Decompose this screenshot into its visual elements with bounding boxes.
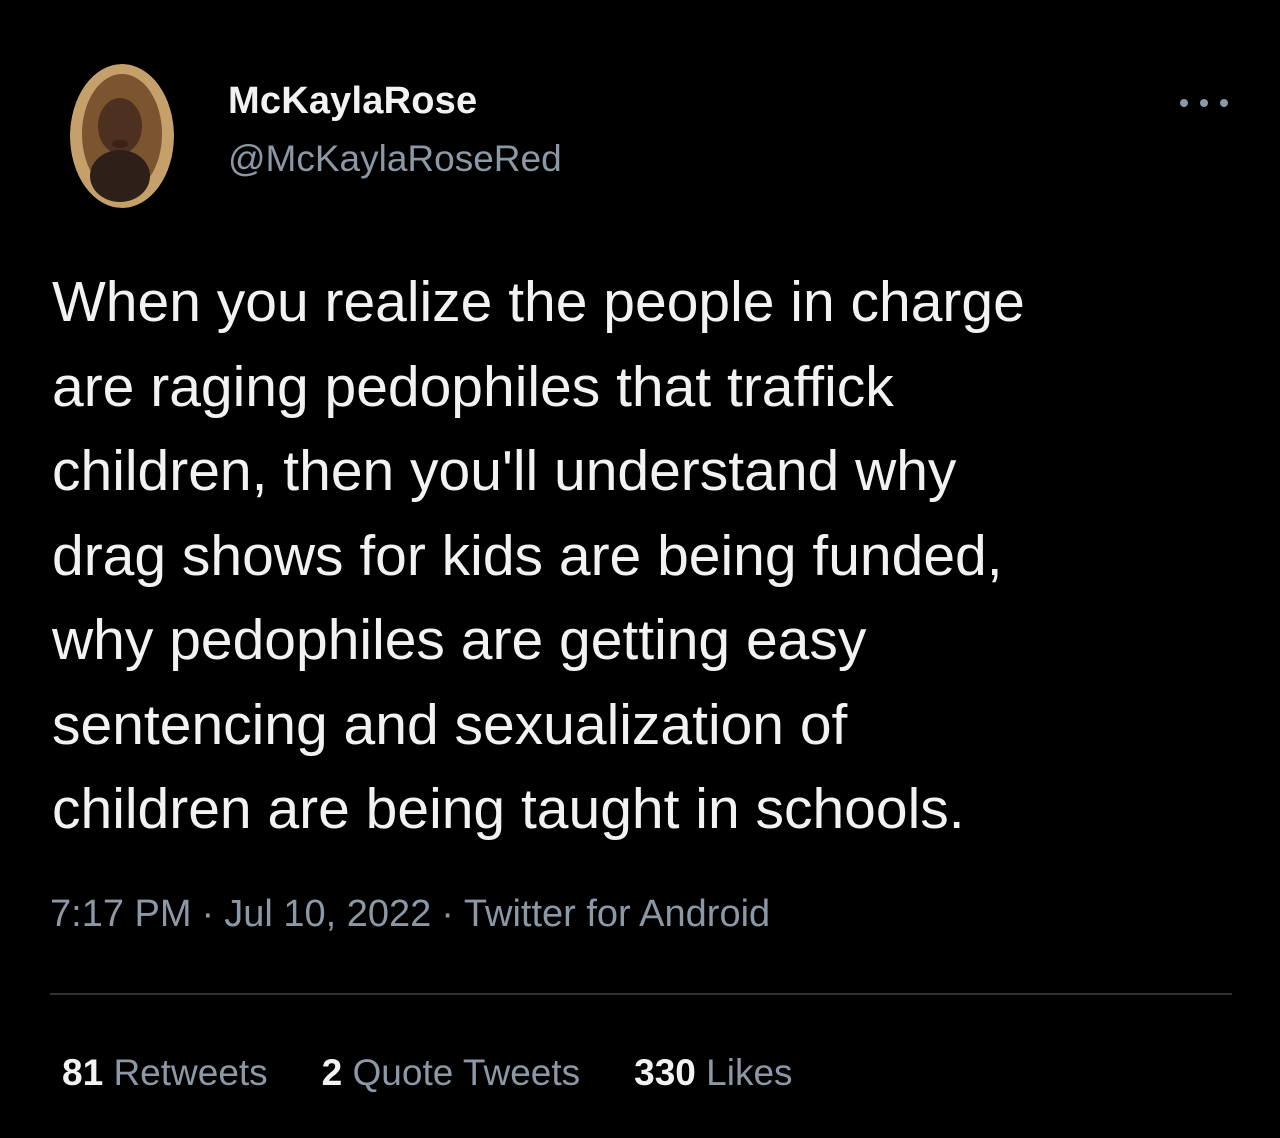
more-dot bbox=[1200, 99, 1208, 107]
retweets-label: Retweets bbox=[113, 1052, 268, 1093]
engagement-stats: 81 Retweets 2 Quote Tweets 330 Likes bbox=[62, 1052, 847, 1094]
meta-separator: · bbox=[441, 893, 454, 935]
more-dot bbox=[1220, 99, 1228, 107]
avatar-image bbox=[70, 64, 174, 208]
more-dot bbox=[1180, 99, 1188, 107]
tweet-time[interactable]: 7:17 PM bbox=[50, 893, 192, 935]
tweet-meta: 7:17 PM · Jul 10, 2022 · Twitter for Android bbox=[50, 893, 770, 936]
tweet-text: When you realize the people in charge ar… bbox=[52, 270, 1025, 841]
retweets-count: 81 bbox=[62, 1052, 104, 1093]
more-icon[interactable] bbox=[1180, 96, 1228, 110]
quote-tweets-label: Quote Tweets bbox=[352, 1052, 581, 1093]
quote-tweets-stat[interactable]: 2 Quote Tweets bbox=[322, 1052, 580, 1094]
likes-stat[interactable]: 330 Likes bbox=[634, 1052, 792, 1094]
retweets-stat[interactable]: 81 Retweets bbox=[62, 1052, 268, 1094]
user-handle[interactable]: @McKaylaRoseRed bbox=[228, 138, 562, 180]
display-name[interactable]: McKaylaRose bbox=[228, 80, 477, 123]
tweet-detail: McKaylaRose @McKaylaRoseRed When you rea… bbox=[0, 0, 1280, 1138]
tweet-source[interactable]: Twitter for Android bbox=[464, 893, 770, 935]
likes-label: Likes bbox=[706, 1052, 793, 1093]
quote-tweets-count: 2 bbox=[321, 1052, 343, 1093]
likes-count: 330 bbox=[634, 1052, 696, 1093]
tweet-date[interactable]: Jul 10, 2022 bbox=[224, 893, 431, 935]
avatar[interactable] bbox=[70, 64, 174, 208]
divider bbox=[50, 993, 1232, 995]
meta-separator: · bbox=[201, 893, 215, 935]
